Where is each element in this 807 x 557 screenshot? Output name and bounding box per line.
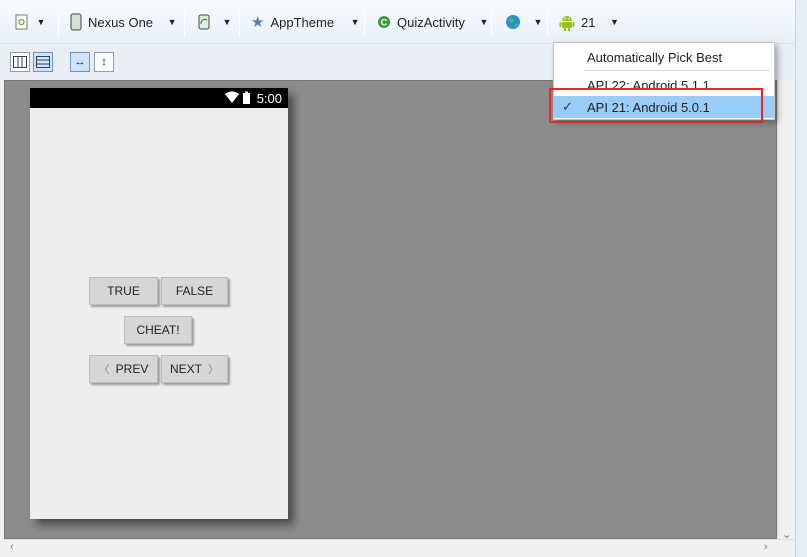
phone-device-icon [70, 13, 82, 31]
theme-label: AppTheme [270, 14, 335, 30]
api-level-label: 21 [581, 14, 596, 30]
chevron-down-icon: ▼ [222, 17, 232, 27]
chevron-down-icon: ▼ [350, 17, 360, 27]
true-button-label: TRUE [107, 284, 140, 298]
true-button[interactable]: TRUE [89, 277, 158, 305]
split-horizontal-button[interactable] [33, 52, 53, 72]
layout-config-dropdown[interactable]: ▼ [14, 10, 46, 34]
horizontal-arrows-icon: ↔ [74, 56, 86, 68]
menu-item-auto-pick[interactable]: Automatically Pick Best [554, 46, 774, 68]
menu-item-label: Automatically Pick Best [587, 49, 723, 65]
false-button[interactable]: FALSE [161, 277, 228, 305]
chevron-down-icon: ▼ [479, 17, 489, 27]
next-button-label: NEXT [169, 362, 202, 376]
layout-editor-toolbar: ▼ Nexus One ▼ ▼ ★ AppTheme ▼ C QuizActiv… [0, 0, 807, 44]
vertical-scrollbar[interactable]: ⌄ [777, 80, 795, 541]
device-preview: 5:00 TRUE FALSE CHEAT! 〈 PREV NEXT 〉 [30, 88, 288, 519]
device-label: Nexus One [88, 14, 154, 30]
activity-label: QuizActivity [397, 14, 465, 30]
cheat-button-label: CHEAT! [136, 323, 180, 337]
status-time: 5:00 [256, 91, 282, 106]
split-vertical-button[interactable] [10, 52, 30, 72]
activity-class-icon: C [378, 16, 390, 28]
prev-button-label: PREV [115, 362, 149, 376]
next-button[interactable]: NEXT 〉 [161, 355, 228, 383]
scroll-right-icon[interactable]: › [764, 541, 768, 553]
fill-height-button[interactable]: ↕ [94, 52, 114, 72]
rows-icon [36, 56, 50, 68]
side-panel-edge [795, 0, 807, 557]
false-button-label: FALSE [175, 284, 214, 298]
layout-file-icon [15, 14, 28, 30]
scroll-left-icon[interactable]: ‹ [10, 541, 14, 553]
prev-button[interactable]: 〈 PREV [89, 355, 158, 383]
wifi-battery-icon [225, 91, 250, 104]
locale-dropdown[interactable]: ▼ [505, 10, 543, 34]
horizontal-scrollbar[interactable]: ‹ › [4, 539, 795, 557]
menu-separator [584, 70, 770, 71]
activity-dropdown[interactable]: C QuizActivity ▼ [377, 10, 489, 34]
vertical-arrows-icon: ↕ [101, 56, 107, 68]
api-level-dropdown[interactable]: 21 ▼ [559, 10, 619, 34]
cheat-button[interactable]: CHEAT! [124, 316, 192, 344]
fill-width-button[interactable]: ↔ [70, 52, 90, 72]
columns-icon [13, 56, 27, 68]
chevron-down-icon: ▼ [610, 17, 619, 27]
chevron-down-icon: ▼ [36, 17, 46, 27]
svg-text:C: C [381, 18, 388, 28]
rotate-screen-icon [198, 14, 210, 30]
chevron-right-icon: 〉 [208, 364, 219, 376]
star-theme-icon: ★ [251, 14, 265, 31]
chevron-down-icon: ▼ [167, 17, 177, 27]
chevron-left-icon: 〈 [98, 364, 110, 376]
android-robot-icon [559, 15, 575, 31]
status-bar: 5:00 [30, 88, 288, 108]
theme-dropdown[interactable]: ★ AppTheme ▼ [251, 10, 360, 34]
device-dropdown[interactable]: Nexus One ▼ [70, 10, 177, 34]
chevron-down-icon: ▼ [533, 17, 543, 27]
orientation-dropdown[interactable]: ▼ [196, 10, 232, 34]
annotation-highlight-box [549, 88, 763, 123]
globe-icon [506, 15, 520, 29]
